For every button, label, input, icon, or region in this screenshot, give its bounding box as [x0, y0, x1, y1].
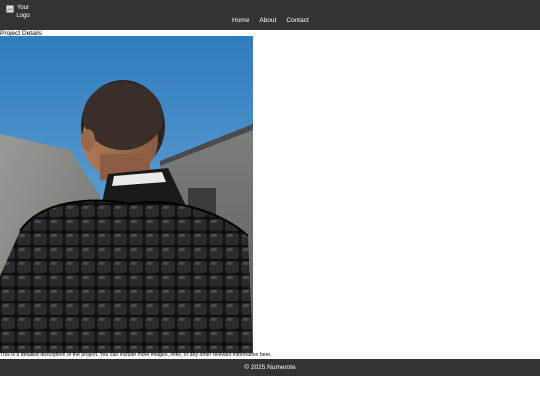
project-image — [0, 36, 253, 353]
nav-home-link[interactable]: Home — [232, 17, 249, 25]
project-description: This is a detailed description of the pr… — [0, 352, 272, 358]
main-nav: Home About Contact — [232, 17, 319, 25]
site-footer: © 2025 Numerote — [0, 359, 540, 376]
logo-alt-line-1: Your — [16, 5, 30, 11]
nav-contact-link[interactable]: Contact — [286, 17, 308, 25]
logo-link[interactable]: Your Logo — [6, 5, 32, 25]
logo-alt-text: Your Logo — [14, 5, 32, 20]
broken-image-icon — [6, 5, 14, 13]
site-header: Your Logo Home About Contact — [0, 0, 540, 30]
logo-alt-line-2: Logo — [16, 12, 30, 19]
footer-copyright: © 2025 Numerote — [244, 364, 296, 371]
nav-about-link[interactable]: About — [259, 17, 276, 25]
